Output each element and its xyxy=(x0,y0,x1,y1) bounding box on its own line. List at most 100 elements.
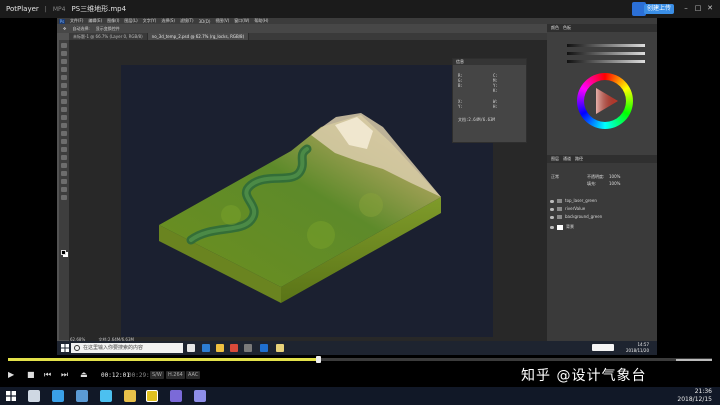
gradient-tool-icon[interactable] xyxy=(61,131,67,136)
move-tool-icon[interactable] xyxy=(61,43,67,48)
foreground-color-swatch[interactable] xyxy=(61,250,66,255)
marquee-tool-icon[interactable] xyxy=(61,51,67,56)
search-icon[interactable] xyxy=(28,390,40,402)
info-chip[interactable]: S/W xyxy=(150,371,164,379)
lasso-tool-icon[interactable] xyxy=(61,59,67,64)
watermark-text: 知乎 @设计气象台 xyxy=(521,368,647,384)
windows-start-icon[interactable] xyxy=(61,344,69,352)
folder-icon xyxy=(557,215,562,219)
doc-tab[interactable]: 未标题-1 @ 66.7% (Layer 0, RGB/8) xyxy=(69,33,148,40)
brush-tool-icon[interactable] xyxy=(61,99,67,104)
info-panel: 信息 R: G: B: C: M: Y: K: X: Y: W: H: 文档:2… xyxy=(452,58,527,143)
app-icon[interactable] xyxy=(244,344,252,352)
document-canvas[interactable] xyxy=(121,65,493,337)
edge-icon[interactable] xyxy=(202,344,210,352)
eyedropper-icon[interactable] xyxy=(61,83,67,88)
chat-icon[interactable] xyxy=(76,390,88,402)
zoom-tool-icon[interactable] xyxy=(61,195,67,200)
close-icon[interactable]: ✕ xyxy=(706,4,714,12)
cloud-app-icon[interactable] xyxy=(100,390,112,402)
move-tool-icon[interactable]: ✥ xyxy=(63,26,66,31)
blend-mode-select[interactable]: 正常 xyxy=(551,174,559,180)
eye-icon[interactable] xyxy=(550,225,554,229)
host-clock: 21:36 2018/12/15 xyxy=(677,388,712,404)
color-slider[interactable] xyxy=(567,44,645,47)
tab-layers[interactable]: 图层 xyxy=(551,156,559,162)
history-brush-icon[interactable] xyxy=(61,115,67,120)
microphone-icon[interactable] xyxy=(187,344,195,352)
tab-channels[interactable]: 通道 xyxy=(563,156,571,162)
hand-tool-icon[interactable] xyxy=(61,187,67,192)
opacity-value[interactable]: 100% xyxy=(609,174,620,179)
info-row: K: xyxy=(493,88,498,93)
app-icon[interactable] xyxy=(194,390,206,402)
doc-tab-active[interactable]: no_3d_temp_2.psd @ 62.7% (rg_locks, RGB/… xyxy=(147,33,250,40)
browser-icon[interactable] xyxy=(52,390,64,402)
audio-chip[interactable]: AAC xyxy=(186,371,201,379)
previous-icon[interactable]: ⏮ xyxy=(44,370,51,380)
color-triangle[interactable] xyxy=(584,80,626,122)
crop-tool-icon[interactable] xyxy=(61,75,67,80)
color-slider[interactable] xyxy=(567,60,645,63)
potplayer-icon[interactable] xyxy=(146,390,158,402)
layer-row[interactable]: background_green xyxy=(550,213,654,220)
seek-handle[interactable] xyxy=(315,356,321,363)
layer-row[interactable]: top_laser_green xyxy=(550,197,654,204)
search-placeholder: 在这里输入你要搜索的内容 xyxy=(83,345,144,351)
eraser-tool-icon[interactable] xyxy=(61,123,67,128)
shape-tool-icon[interactable] xyxy=(61,179,67,184)
eye-icon[interactable] xyxy=(550,207,554,211)
color-panel-tabs: 颜色 色板 xyxy=(547,24,657,32)
layer-row[interactable]: riverValue xyxy=(550,205,654,212)
eye-icon[interactable] xyxy=(550,215,554,219)
chrome-icon[interactable] xyxy=(230,344,238,352)
healing-brush-icon[interactable] xyxy=(61,91,67,96)
next-icon[interactable]: ⏭ xyxy=(61,370,68,380)
app-icon[interactable] xyxy=(170,390,182,402)
upload-button[interactable]: 创建上传 xyxy=(643,4,674,14)
fill-value[interactable]: 100% xyxy=(609,181,620,186)
file-title: PS三维地形.mp4 xyxy=(71,5,127,13)
seek-bar-progress xyxy=(8,358,318,361)
path-select-icon[interactable] xyxy=(61,171,67,176)
sogou-input-icon[interactable] xyxy=(592,344,614,351)
color-wheel[interactable] xyxy=(577,73,633,129)
folder-icon[interactable] xyxy=(216,344,224,352)
pen-tool-icon[interactable] xyxy=(61,155,67,160)
clone-stamp-icon[interactable] xyxy=(61,107,67,112)
folder-icon[interactable] xyxy=(124,390,136,402)
type-tool-icon[interactable] xyxy=(61,163,67,168)
ps-options-bar: ✥ 自动选择: 显示变换控件 xyxy=(57,24,547,33)
codec-chip[interactable]: H.264 xyxy=(166,371,185,379)
photoshop-icon[interactable] xyxy=(260,344,268,352)
dodge-tool-icon[interactable] xyxy=(61,147,67,152)
windows-start-icon[interactable] xyxy=(6,391,16,401)
terrain-artwork xyxy=(159,113,441,303)
recorded-taskbar: 在这里输入你要搜索的内容 14:57 2018/11/20 xyxy=(57,341,657,355)
root: PotPlayer | MP4 PS三维地形.mp4 创建上传 – □ ✕ Ps… xyxy=(0,0,720,405)
magic-wand-icon[interactable] xyxy=(61,67,67,72)
eye-icon[interactable] xyxy=(550,199,554,203)
layer-row[interactable]: 背景 xyxy=(550,223,654,230)
play-icon[interactable]: ▶ xyxy=(8,370,14,380)
ps-toolbar xyxy=(59,40,69,340)
menu-3d[interactable]: 3D(D) xyxy=(199,19,211,24)
volume-slider[interactable] xyxy=(676,359,712,361)
app-icon[interactable] xyxy=(276,344,284,352)
blur-tool-icon[interactable] xyxy=(61,139,67,144)
auto-select-option[interactable]: 自动选择: xyxy=(72,26,89,32)
tab-swatches[interactable]: 色板 xyxy=(563,25,571,31)
seek-bar[interactable] xyxy=(8,356,712,363)
color-slider[interactable] xyxy=(567,52,645,55)
eject-icon[interactable]: ⏏ xyxy=(80,370,88,380)
maximize-icon[interactable]: □ xyxy=(694,4,702,12)
tab-paths[interactable]: 路径 xyxy=(575,156,583,162)
host-clock-date: 2018/12/15 xyxy=(677,396,712,403)
player-brand[interactable]: PotPlayer xyxy=(6,5,39,13)
info-panel-title: 信息 xyxy=(453,59,526,65)
stop-icon[interactable]: ■ xyxy=(27,370,35,380)
taskbar-search[interactable]: 在这里输入你要搜索的内容 xyxy=(71,343,183,353)
tab-color[interactable]: 颜色 xyxy=(551,25,559,31)
show-transform-option[interactable]: 显示变换控件 xyxy=(96,26,120,32)
minimize-icon[interactable]: – xyxy=(682,4,690,12)
